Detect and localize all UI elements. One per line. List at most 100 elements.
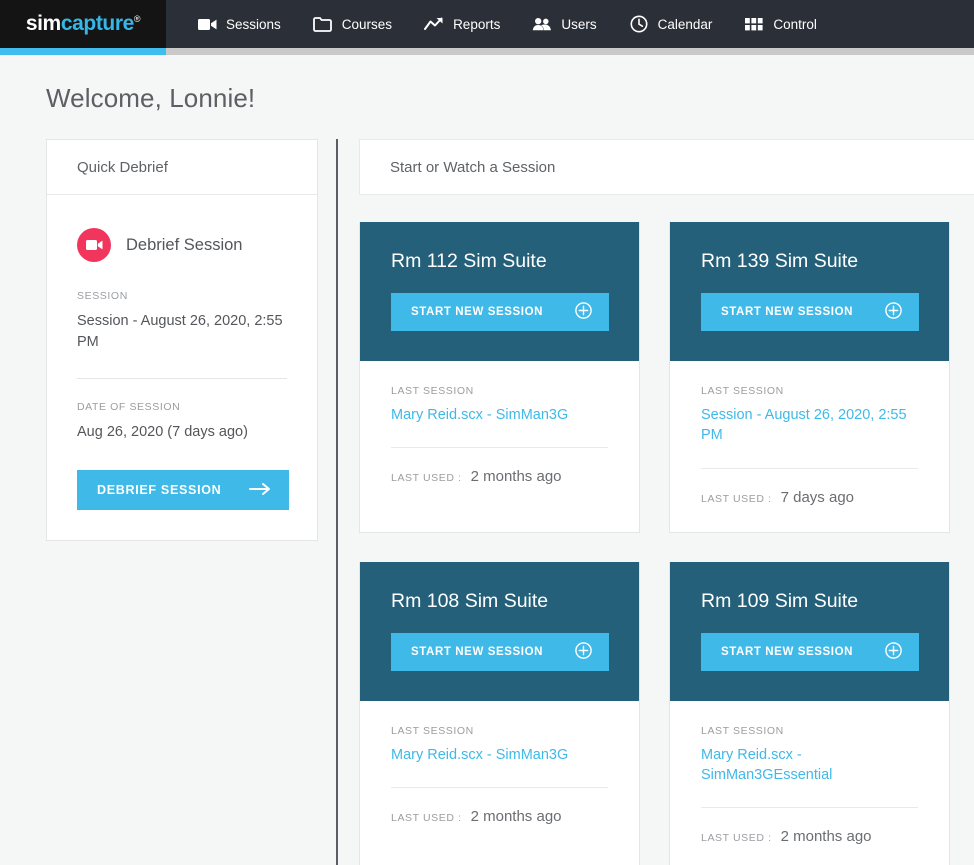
start-new-session-label: START NEW SESSION xyxy=(721,306,854,318)
logo-capture: capture xyxy=(60,11,134,35)
plus-circle-icon xyxy=(575,641,592,662)
start-new-session-button[interactable]: START NEW SESSION xyxy=(391,632,609,671)
last-used-row: LAST USED : 2 months ago xyxy=(701,828,918,845)
quick-debrief-panel-title: Quick Debrief xyxy=(47,140,317,195)
last-session-link[interactable]: Mary Reid.scx - SimMan3G xyxy=(391,405,608,425)
start-new-session-label: START NEW SESSION xyxy=(411,645,544,658)
session-card-header: Rm 112 Sim Suite START NEW SESSION xyxy=(360,222,639,361)
session-card: Rm 139 Sim Suite START NEW SESSION LAST … xyxy=(669,222,950,533)
last-used-row: LAST USED : 7 days ago xyxy=(701,489,918,506)
last-used-row: LAST USED : 2 months ago xyxy=(391,808,608,825)
plus-circle-icon xyxy=(575,302,592,322)
session-card-body: LAST SESSION Mary Reid.scx - SimMan3G LA… xyxy=(360,361,639,511)
nav-item-label: Calendar xyxy=(657,16,713,32)
page-content: Welcome, Lonnie! Quick Debrief Debrief S… xyxy=(0,55,974,865)
session-card-room-name: Rm 139 Sim Suite xyxy=(701,250,859,272)
last-used-value: 7 days ago xyxy=(780,488,854,506)
session-card: Rm 108 Sim Suite START NEW SESSION LAST … xyxy=(359,561,640,865)
plus-circle-icon xyxy=(885,302,902,322)
session-card-room-name: Rm 112 Sim Suite xyxy=(391,250,547,272)
nav-items: Sessions Courses Reports Users Calendar xyxy=(166,0,833,48)
session-card-body: LAST SESSION Mary Reid.scx - SimMan3GEss… xyxy=(670,701,949,865)
last-session-label: LAST SESSION xyxy=(701,724,784,737)
video-camera-icon xyxy=(77,228,111,262)
date-field-value: Aug 26, 2020 (7 days ago) xyxy=(77,424,248,441)
session-card-room-name: Rm 109 Sim Suite xyxy=(701,589,859,612)
date-field-label: DATE OF SESSION xyxy=(77,401,181,414)
left-column: Quick Debrief Debrief Session SESSION Se… xyxy=(0,139,338,865)
nav-item-label: Control xyxy=(773,16,817,32)
folder-icon xyxy=(313,15,333,33)
session-card-header: Rm 139 Sim Suite START NEW SESSION xyxy=(670,222,949,361)
start-new-session-label: START NEW SESSION xyxy=(721,645,854,658)
users-icon xyxy=(532,15,552,33)
nav-item-label: Reports xyxy=(453,16,501,32)
last-used-label: LAST USED : xyxy=(701,832,772,845)
last-used-value: 2 months ago xyxy=(470,468,562,486)
session-card-header: Rm 108 Sim Suite START NEW SESSION xyxy=(360,561,639,701)
last-session-link[interactable]: Session - August 26, 2020, 2:55 PM xyxy=(701,405,918,446)
sessions-panel-title: Start or Watch a Session xyxy=(359,139,974,195)
nav-item-reports[interactable]: Reports xyxy=(408,15,516,33)
nav-bottom-divider xyxy=(166,48,974,55)
session-field-value: Session - August 26, 2020, 2:55 PM xyxy=(77,313,283,351)
nav-item-label: Sessions xyxy=(226,16,281,32)
last-used-label: LAST USED : xyxy=(391,811,462,824)
session-field-label: SESSION xyxy=(77,290,128,302)
start-new-session-label: START NEW SESSION xyxy=(411,306,544,318)
divider xyxy=(701,467,918,469)
quick-debrief-body: Debrief Session SESSION Session - August… xyxy=(47,195,317,540)
nav-item-label: Courses xyxy=(341,16,393,32)
plus-circle-icon xyxy=(885,641,902,662)
last-session-label: LAST SESSION xyxy=(391,724,474,737)
nav-item-sessions[interactable]: Sessions xyxy=(181,15,297,33)
clock-icon xyxy=(629,15,649,33)
last-used-value: 2 months ago xyxy=(470,807,562,825)
session-card-body: LAST SESSION Mary Reid.scx - SimMan3G LA… xyxy=(360,701,639,851)
last-used-row: LAST USED : 2 months ago xyxy=(391,468,608,485)
trending-up-icon xyxy=(424,15,444,33)
last-session-label: LAST SESSION xyxy=(391,385,474,397)
logo-registered-mark: ® xyxy=(133,13,141,24)
session-card-grid: Rm 112 Sim Suite START NEW SESSION LAST … xyxy=(359,195,974,865)
session-card-body: LAST SESSION Session - August 26, 2020, … xyxy=(670,361,949,532)
nav-item-label: Users xyxy=(561,16,597,32)
debrief-session-button[interactable]: DEBRIEF SESSION xyxy=(77,470,289,511)
column-divider xyxy=(336,139,338,865)
divider xyxy=(701,807,918,809)
right-column: Start or Watch a Session Rm 112 Sim Suit… xyxy=(337,139,974,865)
divider xyxy=(391,786,608,788)
nav-item-control[interactable]: Control xyxy=(728,15,833,33)
video-camera-icon xyxy=(197,15,217,33)
last-session-label: LAST SESSION xyxy=(701,385,784,397)
logo-sim: sim xyxy=(25,11,61,35)
last-used-label: LAST USED : xyxy=(701,492,772,505)
quick-debrief-panel: Quick Debrief Debrief Session SESSION Se… xyxy=(46,139,318,542)
last-used-value: 2 months ago xyxy=(780,828,872,846)
grid-icon xyxy=(744,15,764,33)
debrief-session-heading: Debrief Session xyxy=(126,235,243,254)
debrief-session-header: Debrief Session xyxy=(77,228,287,262)
nav-item-users[interactable]: Users xyxy=(516,15,612,33)
simcapture-logo[interactable]: simcapture® xyxy=(0,0,166,48)
session-card-header: Rm 109 Sim Suite START NEW SESSION xyxy=(670,561,949,701)
session-card: Rm 112 Sim Suite START NEW SESSION LAST … xyxy=(359,222,640,533)
arrow-right-icon xyxy=(249,482,271,499)
last-session-link[interactable]: Mary Reid.scx - SimMan3GEssential xyxy=(701,745,918,786)
debrief-session-button-label: DEBRIEF SESSION xyxy=(97,483,222,498)
content-columns: Quick Debrief Debrief Session SESSION Se… xyxy=(0,139,974,865)
page-title: Welcome, Lonnie! xyxy=(46,83,256,113)
logo-wordmark: simcapture® xyxy=(25,11,141,35)
top-navigation-bar: simcapture® Sessions Courses Reports Use… xyxy=(0,0,974,55)
logo-accent-underline xyxy=(0,48,166,55)
session-card: Rm 109 Sim Suite START NEW SESSION LAST … xyxy=(669,561,950,865)
nav-item-calendar[interactable]: Calendar xyxy=(613,15,729,33)
divider xyxy=(77,378,287,380)
last-session-link[interactable]: Mary Reid.scx - SimMan3G xyxy=(391,745,608,765)
start-new-session-button[interactable]: START NEW SESSION xyxy=(701,293,919,331)
start-new-session-button[interactable]: START NEW SESSION xyxy=(701,632,919,671)
last-used-label: LAST USED : xyxy=(391,472,462,485)
session-card-room-name: Rm 108 Sim Suite xyxy=(391,589,549,612)
start-new-session-button[interactable]: START NEW SESSION xyxy=(391,293,609,331)
nav-item-courses[interactable]: Courses xyxy=(297,15,408,33)
